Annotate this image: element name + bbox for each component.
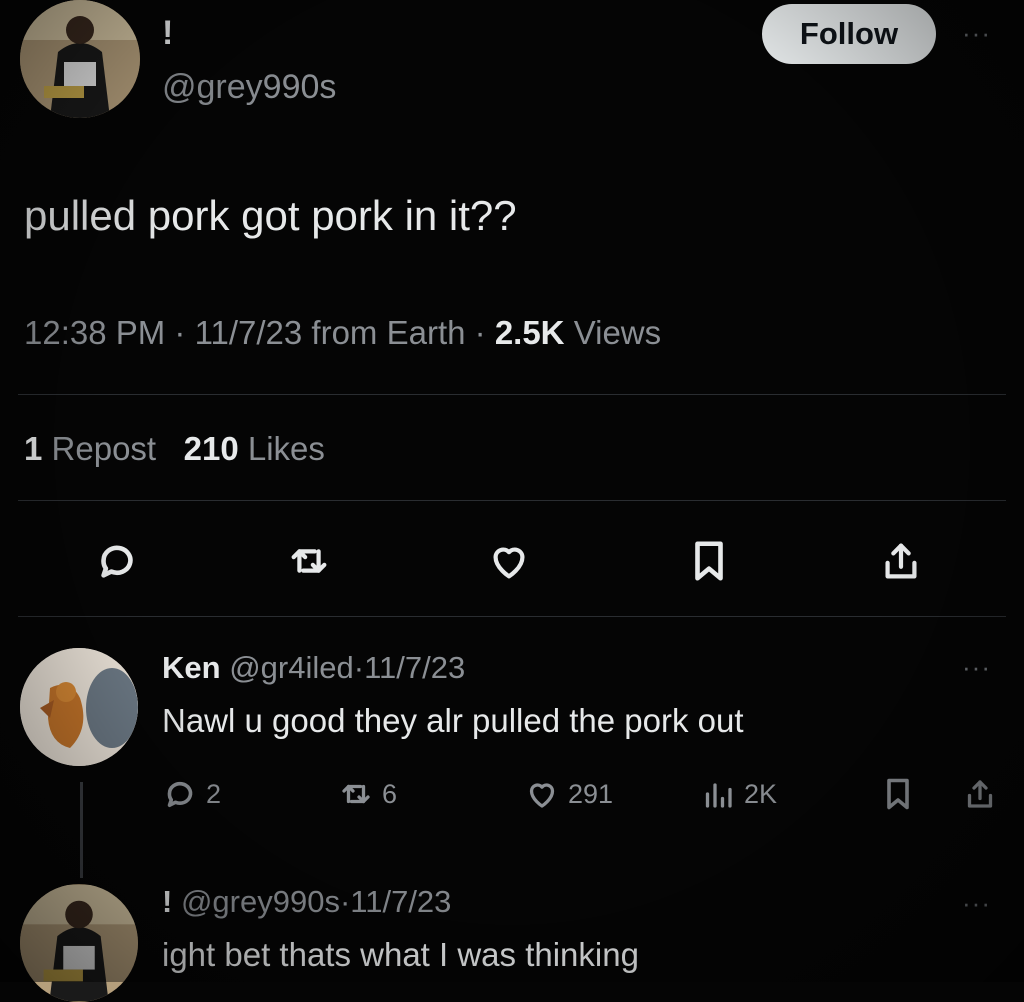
tweet-meta: 12:38 PM · 11/7/23 from Earth · 2.5K Vie… [24,314,661,352]
reply-header: ! @grey990s·11/7/23 [162,884,451,920]
reply-bookmark[interactable] [880,776,916,812]
photo-vignette [0,0,1024,982]
divider [18,394,1006,395]
meta-separator: · [353,650,365,685]
repost-count: 6 [382,778,398,809]
likes-stat[interactable]: 210 Likes [184,430,325,467]
reply-count: 2 [206,778,222,809]
meta-separator: · [474,314,486,351]
repost-label: Repost [51,430,157,467]
engagement-stats: 1 Repost 210 Likes [24,430,325,468]
author-avatar[interactable] [20,0,140,118]
avatar-image [20,884,138,1002]
reply-views-stat[interactable]: 2K [700,776,777,812]
repost-stat[interactable]: 1 Repost [24,430,156,467]
avatar-image [20,648,138,766]
reply-icon[interactable] [94,538,140,584]
views-icon [705,783,732,808]
like-count: 291 [568,778,614,809]
share-icon [967,780,993,808]
meta-separator: · [174,314,186,351]
views-label: Views [573,314,662,351]
tweet-text: pulled pork got pork in it?? [24,192,517,239]
author-handle[interactable]: @grey990s [162,68,336,107]
repost-icon [342,784,370,804]
likes-label: Likes [247,430,325,467]
reply-date[interactable]: 11/7/23 [350,884,451,919]
tweet-date[interactable]: 11/7/23 [195,314,303,351]
follow-button[interactable]: Follow [762,4,936,64]
reply-header: Ken @gr4iled·11/7/23 [162,650,465,686]
meta-separator: · [339,884,351,919]
likes-count: 210 [183,430,239,467]
tweet-source: from Earth [311,314,466,351]
reply-avatar[interactable] [20,648,138,766]
reply-icon [167,781,193,808]
like-icon [529,783,555,808]
view-count: 2K [744,778,778,809]
bookmark-icon [887,778,909,810]
divider [18,616,1006,617]
reply-replies-stat[interactable]: 2 [162,776,221,812]
reply-handle[interactable]: @gr4iled [229,650,354,685]
reply-handle[interactable]: @grey990s [181,884,340,919]
share-icon[interactable] [878,538,924,584]
reply-display-name[interactable]: ! [162,884,172,919]
repost-count: 1 [24,430,43,467]
repost-icon[interactable] [286,538,332,584]
more-options-icon[interactable]: ··· [962,888,991,919]
reply-display-name[interactable]: Ken [162,650,221,685]
reply-reposts-stat[interactable]: 6 [338,776,397,812]
views-count: 2.5K [494,314,565,351]
author-display-name[interactable]: ! [162,14,173,53]
reply-text: ight bet thats what I was thinking [162,936,639,973]
reply-text: Nawl u good they alr pulled the pork out [162,702,744,739]
like-icon[interactable] [486,538,532,584]
avatar-image [20,0,140,118]
reply-share[interactable] [962,776,998,812]
reply-date[interactable]: 11/7/23 [364,650,465,685]
tweet-time[interactable]: 12:38 PM [24,314,165,351]
reply-likes-stat[interactable]: 291 [524,776,613,812]
more-options-icon[interactable]: ··· [962,18,991,49]
bookmark-icon[interactable] [686,538,732,584]
divider [18,500,1006,501]
thread-line [80,782,83,878]
more-options-icon[interactable]: ··· [962,652,991,683]
reply-avatar[interactable] [20,884,138,1002]
